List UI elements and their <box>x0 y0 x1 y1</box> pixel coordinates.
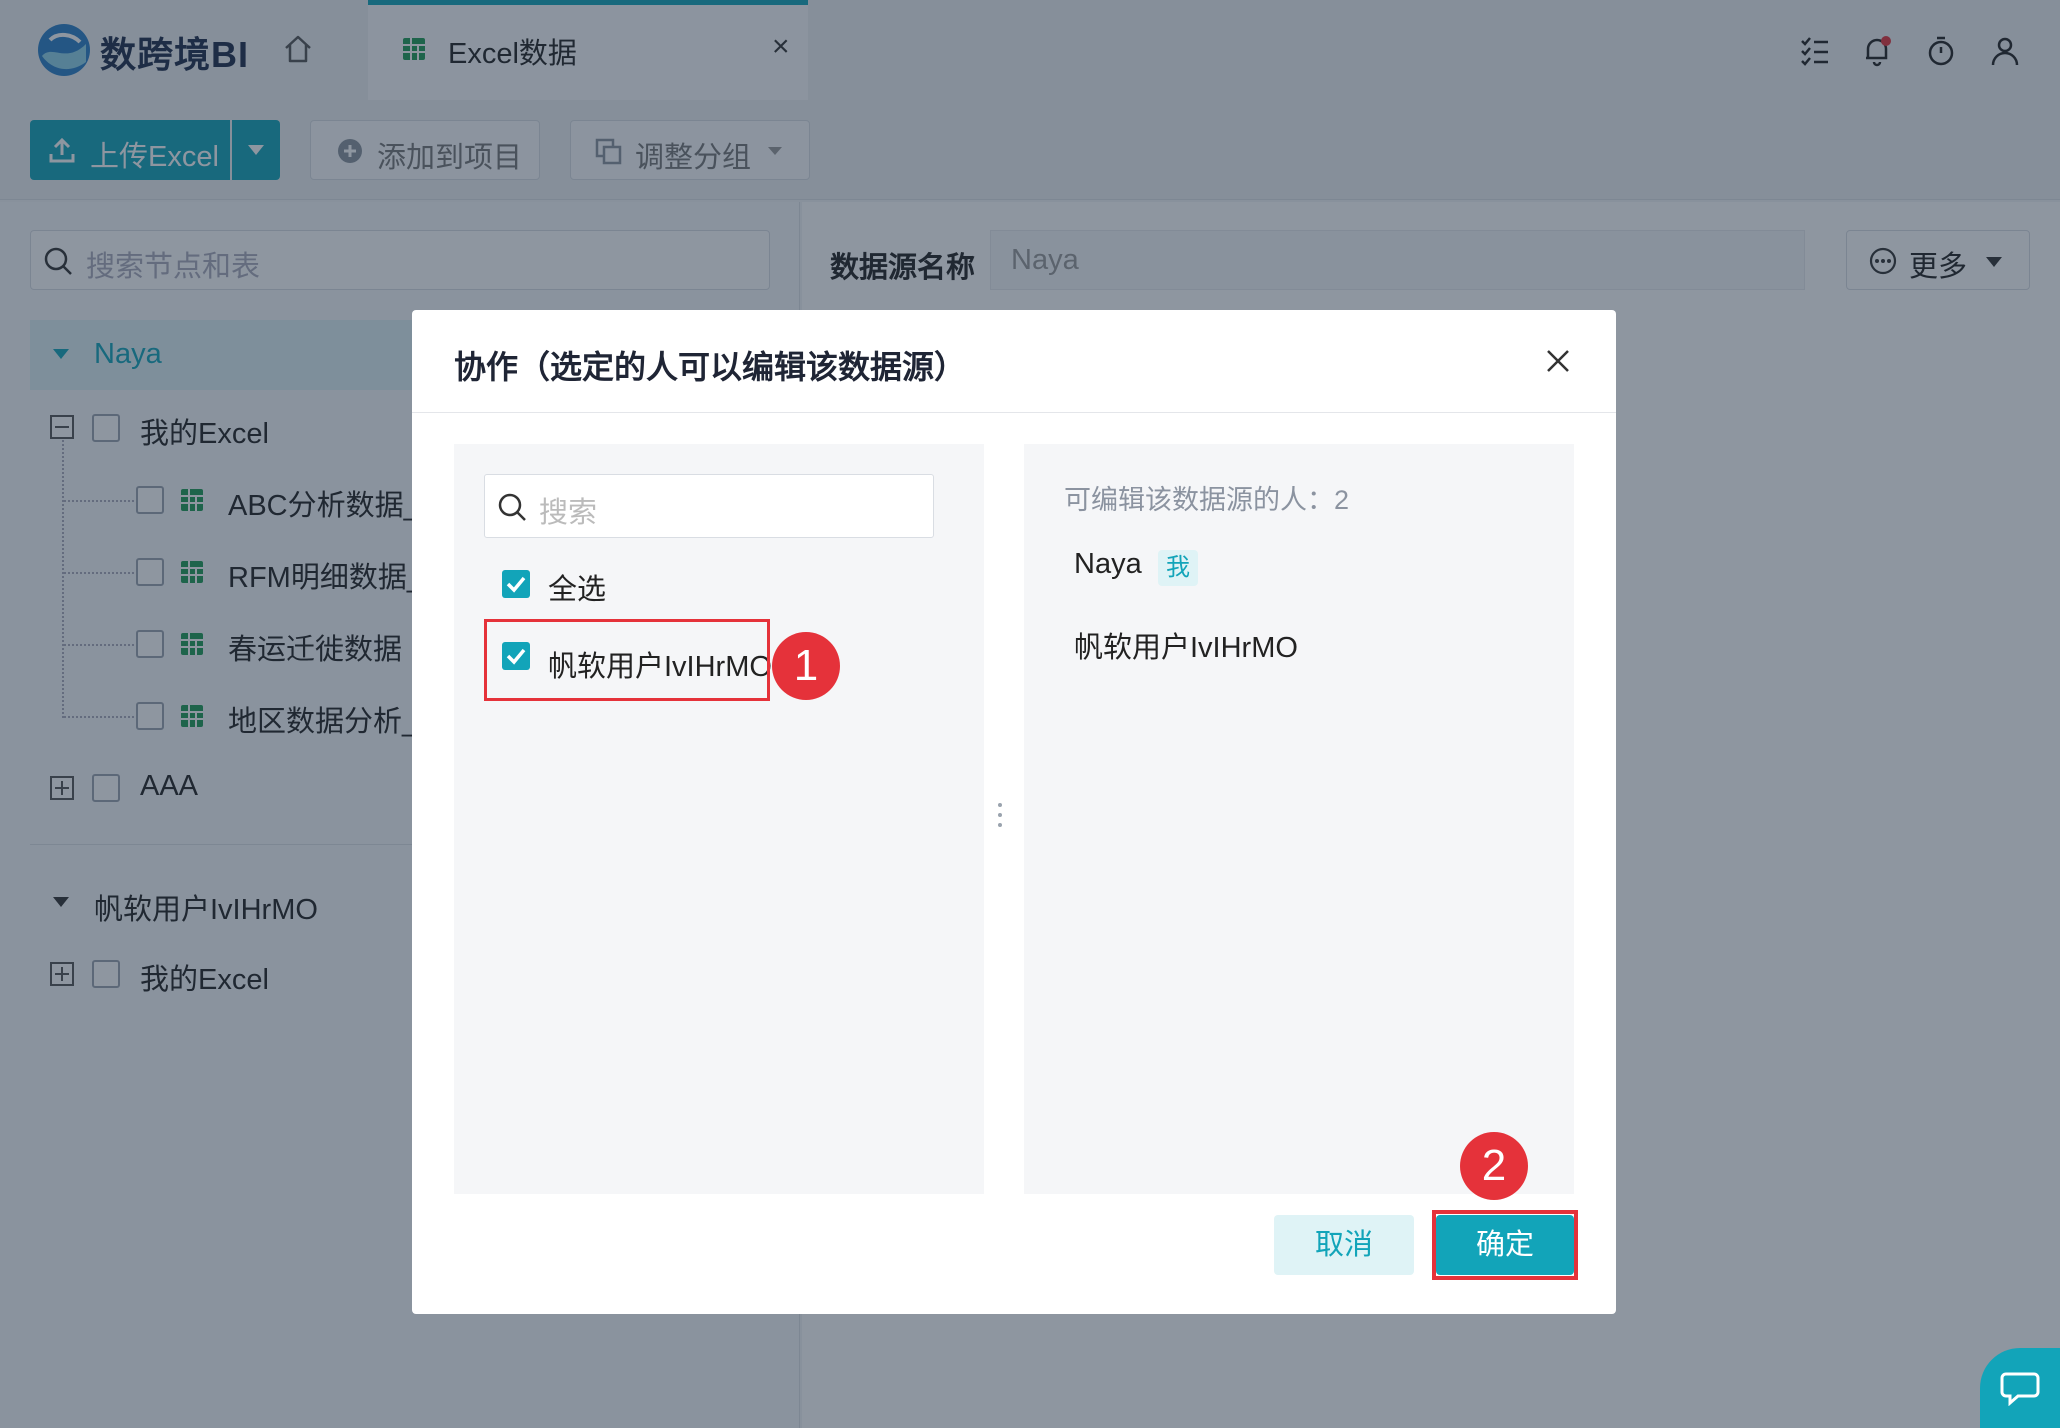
highlight-box <box>1432 1210 1578 1280</box>
dialog-divider <box>412 412 1616 413</box>
me-badge: 我 <box>1158 550 1198 586</box>
checkmark-icon <box>506 576 526 593</box>
search-icon <box>498 493 526 521</box>
support-chat-button[interactable] <box>1980 1348 2060 1428</box>
dialog-title: 协作（选定的人可以编辑该数据源） <box>454 349 967 385</box>
pane-resize-handle[interactable] <box>993 800 1007 830</box>
user-select-pane <box>454 444 984 1194</box>
step-marker: 1 <box>772 632 840 700</box>
step-marker: 2 <box>1460 1132 1528 1200</box>
highlight-box <box>484 619 770 701</box>
editors-heading: 可编辑该数据源的人：2 <box>1064 485 1350 515</box>
user-search-placeholder: 搜索 <box>539 497 598 529</box>
chat-icon <box>2000 1372 2040 1406</box>
select-all-checkbox[interactable] <box>502 570 530 598</box>
editor-name: Naya <box>1074 548 1142 580</box>
close-icon[interactable] <box>1540 343 1576 379</box>
editor-name: 帆软用户IvIHrMO <box>1074 632 1298 664</box>
user-search-input[interactable]: 搜索 <box>484 474 934 538</box>
select-all-label[interactable]: 全选 <box>548 566 606 608</box>
cancel-button[interactable]: 取消 <box>1274 1215 1414 1275</box>
